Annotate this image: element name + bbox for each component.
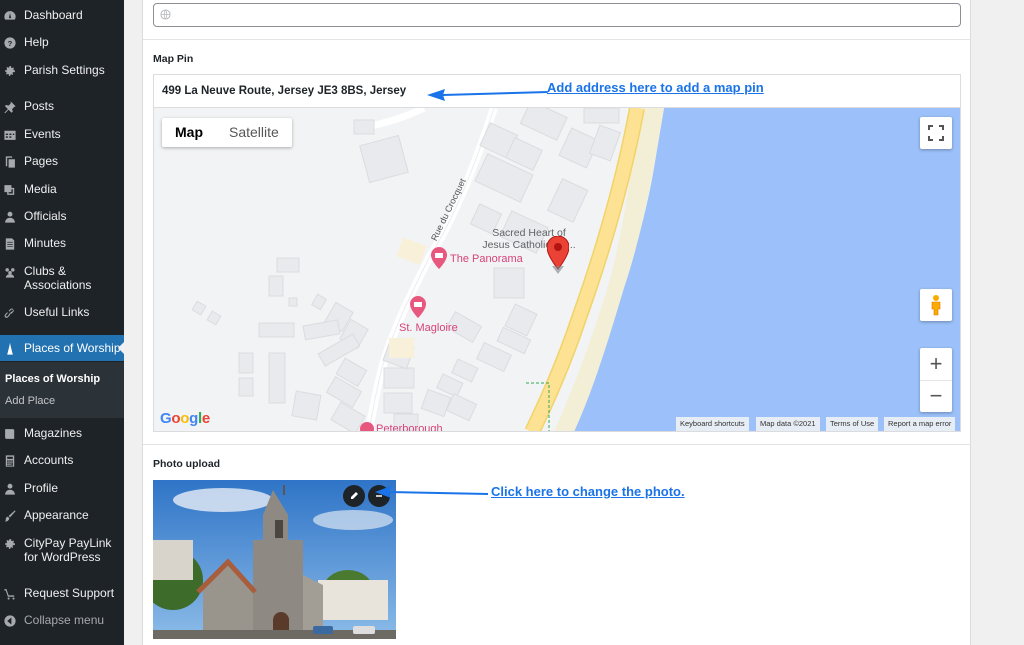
callout-arrow-photo — [375, 486, 488, 498]
divider — [143, 444, 970, 445]
zoom-in-button[interactable]: + — [920, 349, 952, 381]
sidebar-item-pages[interactable]: Pages — [0, 154, 124, 169]
sidebar-item-citypay[interactable]: CityPay PayLink for WordPress — [0, 536, 124, 564]
sidebar-item-magazines[interactable]: Magazines — [0, 426, 124, 441]
zoom-control: + − — [920, 348, 952, 412]
poi-church-line1: Sacred Heart of — [492, 227, 566, 239]
sidebar-item-places-of-worship[interactable]: Places of Worship — [0, 335, 124, 361]
hotel-pin-icon[interactable] — [410, 296, 426, 318]
callout-arrow-address — [427, 89, 548, 101]
book-icon — [3, 427, 17, 441]
map-type-map-button[interactable]: Map — [162, 118, 216, 147]
photo-upload-label: Photo upload — [153, 458, 221, 470]
dashboard-icon — [3, 9, 17, 23]
url-field[interactable] — [153, 3, 961, 27]
groups-icon — [3, 265, 17, 279]
pin-icon — [3, 100, 17, 114]
sidebar-item-minutes[interactable]: Minutes — [0, 236, 124, 251]
pencil-icon — [351, 492, 358, 499]
sidebar-item-clubs[interactable]: Clubs & Associations — [0, 264, 124, 292]
map-marker-icon[interactable] — [547, 236, 569, 274]
keyboard-shortcuts-link[interactable]: Keyboard shortcuts — [676, 417, 749, 431]
google-map[interactable]: Map Satellite + − Rue du Crocquet The Pa… — [153, 108, 961, 432]
edit-panel: Map Pin 499 La Neuve Route, Jersey JE3 8… — [142, 0, 971, 645]
gear-icon — [3, 64, 17, 78]
edit-photo-button[interactable] — [343, 485, 365, 507]
submenu-places-of-worship: Places of Worship Add Place — [0, 362, 124, 418]
calendar-icon — [3, 128, 17, 142]
profile-icon — [3, 482, 17, 496]
google-logo-letter: o — [171, 410, 181, 427]
map-data-label: Map data ©2021 — [756, 417, 820, 431]
map-type-satellite-button[interactable]: Satellite — [216, 118, 292, 147]
terms-of-use-link[interactable]: Terms of Use — [826, 417, 879, 431]
sidebar-item-dashboard[interactable]: Dashboard — [0, 8, 124, 23]
photo-preview[interactable] — [153, 480, 396, 639]
calculator-icon — [3, 454, 17, 468]
sidebar-item-appearance[interactable]: Appearance — [0, 508, 124, 523]
google-logo-letter: o — [180, 410, 190, 427]
fullscreen-button[interactable] — [920, 117, 952, 149]
submenu-item-places-of-worship[interactable]: Places of Worship — [5, 373, 100, 386]
divider — [143, 39, 970, 40]
address-value: 499 La Neuve Route, Jersey JE3 8BS, Jers… — [162, 85, 407, 97]
svg-text:?: ? — [8, 39, 13, 48]
report-map-error-link[interactable]: Report a map error — [884, 417, 956, 431]
cart-icon — [3, 587, 17, 601]
help-icon: ? — [3, 36, 17, 50]
collapse-icon — [3, 614, 17, 628]
active-arrow-icon — [118, 342, 124, 354]
person-icon — [3, 210, 17, 224]
globe-icon — [160, 9, 171, 20]
poi-church-line2: Jesus Catholic Ch... — [482, 239, 576, 251]
sidebar-item-request-support[interactable]: Request Support — [0, 586, 124, 601]
hotel-pin-icon[interactable] — [431, 247, 447, 269]
hotel-pin-icon[interactable] — [360, 422, 374, 432]
collapse-menu-button[interactable]: Collapse menu — [0, 613, 124, 628]
sidebar-item-events[interactable]: Events — [0, 127, 124, 142]
callout-address: Add address here to add a map pin — [547, 80, 764, 95]
sidebar-item-useful-links[interactable]: Useful Links — [0, 305, 124, 320]
media-icon — [3, 183, 17, 197]
submenu-item-add-place[interactable]: Add Place — [5, 395, 55, 408]
sidebar-item-media[interactable]: Media — [0, 182, 124, 197]
admin-sidebar: Dashboard ? Help Parish Settings Posts E… — [0, 0, 124, 645]
google-logo: Google — [160, 410, 210, 427]
pages-icon — [3, 155, 17, 169]
sidebar-item-parish-settings[interactable]: Parish Settings — [0, 63, 124, 78]
sidebar-item-posts[interactable]: Posts — [0, 99, 124, 114]
google-logo-letter: G — [160, 410, 172, 427]
brush-icon — [3, 509, 17, 523]
google-logo-letter: e — [201, 410, 210, 427]
sidebar-item-citypay-labels: CityPay PayLink for WordPress — [24, 536, 112, 564]
document-icon — [3, 237, 17, 251]
street-view-button[interactable] — [920, 289, 952, 321]
map-pin-label: Map Pin — [153, 53, 194, 65]
sidebar-item-profile[interactable]: Profile — [0, 481, 124, 496]
sidebar-item-officials[interactable]: Officials — [0, 209, 124, 224]
gear-icon — [3, 537, 17, 551]
poi-st-magloire[interactable]: St. Magloire — [399, 322, 458, 334]
poi-church[interactable]: Sacred Heart of Jesus Catholic Ch... — [454, 227, 604, 251]
sidebar-item-help[interactable]: ? Help — [0, 35, 124, 50]
sidebar-item-accounts[interactable]: Accounts — [0, 453, 124, 468]
fullscreen-icon — [928, 125, 944, 141]
zoom-out-button[interactable]: − — [920, 381, 952, 412]
map-type-control: Map Satellite — [162, 118, 292, 147]
poi-peterborough[interactable]: Peterborough — [376, 423, 443, 431]
google-logo-letter: g — [189, 410, 198, 427]
worship-icon — [3, 342, 17, 356]
link-icon — [3, 306, 17, 320]
pegman-icon — [931, 295, 941, 316]
sidebar-item-clubs-labels: Clubs & Associations — [24, 264, 92, 292]
poi-the-panorama[interactable]: The Panorama — [450, 253, 523, 265]
callout-photo: Click here to change the photo. — [491, 484, 685, 499]
